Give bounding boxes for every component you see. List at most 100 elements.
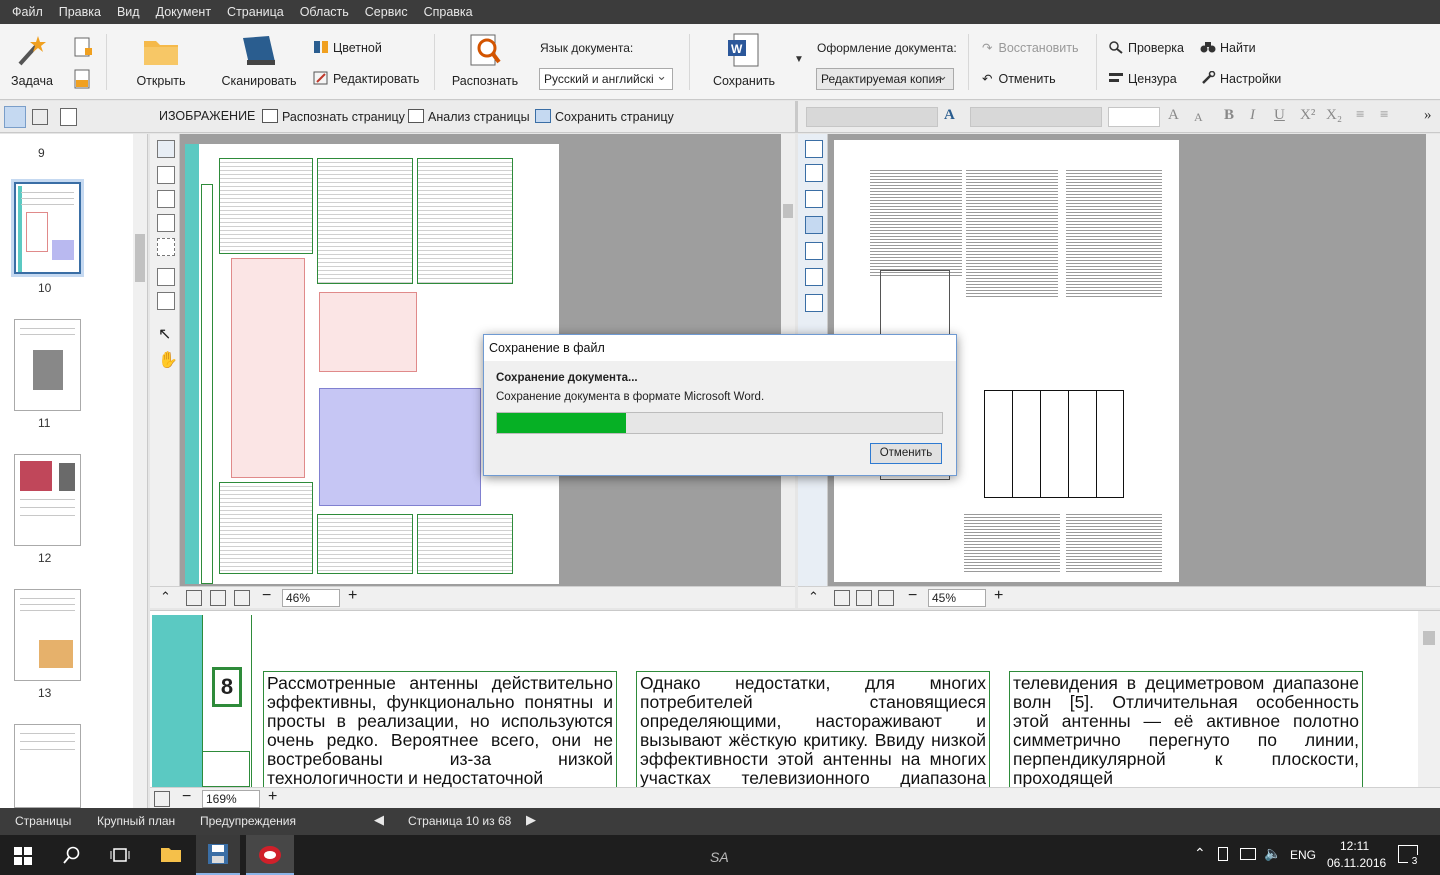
replace-icon[interactable]	[805, 268, 823, 286]
task-button[interactable]: Задача	[0, 24, 72, 88]
zoom-pane-zoom-select[interactable]: 169%	[202, 790, 260, 808]
page-thumbnail-12[interactable]	[14, 454, 81, 546]
show-hidden-icons-icon[interactable]: ⌃	[1194, 845, 1206, 862]
taskbar-app-finereader[interactable]	[246, 835, 294, 875]
image-zoom-select[interactable]: 46%	[282, 589, 340, 607]
more-options-icon[interactable]: »	[1424, 107, 1432, 124]
font-select[interactable]	[970, 107, 1102, 127]
network-icon[interactable]	[1240, 848, 1256, 860]
fit-height-icon[interactable]	[234, 590, 250, 606]
language-select[interactable]: Русский и английскі	[539, 68, 673, 90]
recent-task-icon[interactable]	[72, 68, 94, 90]
collapse-up-icon[interactable]: ⌃	[160, 589, 171, 605]
scroll-thumb[interactable]	[135, 234, 145, 282]
edit-area-icon[interactable]	[805, 294, 823, 312]
taskbar-app-active[interactable]	[196, 835, 240, 875]
zoom-text-column-1[interactable]: Рассмотренные антенны действительно эффе…	[263, 671, 617, 787]
usb-device-icon[interactable]	[1218, 847, 1228, 861]
zoom-out-icon[interactable]: −	[908, 587, 917, 605]
cancel-button[interactable]: Отменить	[870, 443, 942, 464]
page-properties-icon[interactable]	[60, 108, 77, 126]
save-page-button[interactable]: Сохранить страницу	[535, 109, 674, 124]
style-select[interactable]	[806, 107, 938, 127]
order-areas-icon[interactable]	[157, 292, 175, 310]
barcode-area-icon[interactable]	[157, 238, 175, 256]
zoom-out-icon[interactable]: −	[262, 587, 271, 605]
tab-pages[interactable]: Страницы	[15, 814, 71, 828]
track-changes-icon[interactable]	[805, 190, 823, 208]
clock-time[interactable]: 12:11	[1340, 839, 1369, 853]
font-size-select[interactable]	[1108, 107, 1160, 127]
undo-button[interactable]: ↶ Отменить	[982, 71, 1056, 86]
align-justify-icon[interactable]: ≡	[1380, 107, 1388, 124]
pages-scrollbar[interactable]	[133, 134, 147, 808]
color-mode-button[interactable]: Цветной	[313, 40, 382, 55]
recognize-page-button[interactable]: Распознать страницу	[262, 109, 405, 124]
pointer-icon[interactable]: ↖	[158, 324, 171, 344]
action-center-icon[interactable]: 3	[1398, 845, 1421, 868]
text-scrollbar[interactable]	[1426, 134, 1440, 586]
menu-document[interactable]: Документ	[148, 0, 219, 24]
fit-height-icon[interactable]	[878, 590, 894, 606]
grid-view-icon[interactable]	[4, 106, 26, 128]
scroll-thumb[interactable]	[1423, 631, 1435, 645]
edit-image-button[interactable]: Редактировать	[313, 71, 419, 86]
picture-area-icon[interactable]	[157, 166, 175, 184]
next-page-icon[interactable]: ▶	[526, 812, 536, 828]
verify-text-icon[interactable]	[805, 140, 823, 158]
shrink-font-icon[interactable]: A	[1194, 110, 1203, 125]
tab-zoom[interactable]: Крупный план	[97, 814, 175, 828]
find-icon[interactable]	[805, 242, 823, 260]
fit-width-icon[interactable]	[856, 590, 872, 606]
save-button[interactable]: W Сохранить	[704, 24, 784, 88]
menu-view[interactable]: Вид	[109, 0, 148, 24]
subscript-icon[interactable]: X₂	[1326, 107, 1342, 124]
italic-icon[interactable]: I	[1250, 107, 1255, 124]
volume-icon[interactable]: 🔈	[1264, 845, 1281, 862]
settings-button[interactable]: Настройки	[1200, 71, 1281, 86]
zoom-in-icon[interactable]: +	[994, 587, 1003, 605]
align-left-icon[interactable]: ≡	[1356, 107, 1364, 124]
zoom-in-icon[interactable]: +	[268, 788, 277, 806]
bold-icon[interactable]: B	[1224, 107, 1234, 124]
fit-page-icon[interactable]	[186, 590, 202, 606]
page-thumbnail-10[interactable]	[11, 179, 84, 277]
recognize-button[interactable]: Распознать	[445, 24, 525, 88]
collapse-up-icon[interactable]: ⌃	[808, 589, 819, 605]
menu-service[interactable]: Сервис	[357, 0, 416, 24]
hand-icon[interactable]: ✋	[158, 350, 178, 370]
restore-button[interactable]: ↷ Восстановить	[982, 40, 1079, 55]
background-picture-icon[interactable]	[157, 190, 175, 208]
zoom-text-column-3[interactable]: телевидения в дециметровом диапазоне вол…	[1009, 671, 1363, 787]
text-area-icon[interactable]	[157, 140, 175, 158]
scan-button[interactable]: Сканировать	[219, 24, 299, 88]
zoom-out-icon[interactable]: −	[182, 788, 191, 806]
prev-page-icon[interactable]: ◀	[374, 812, 384, 828]
zoom-in-icon[interactable]: +	[348, 587, 357, 605]
underline-icon[interactable]: U	[1274, 107, 1285, 124]
format-select[interactable]: Редактируемая копия	[816, 68, 954, 90]
clock-date[interactable]: 06.11.2016	[1327, 856, 1386, 870]
file-explorer-icon[interactable]	[160, 845, 182, 863]
search-icon[interactable]	[63, 846, 81, 864]
style-editor-icon[interactable]: A	[944, 107, 955, 124]
menu-edit[interactable]: Правка	[51, 0, 109, 24]
censor-button[interactable]: Цензура	[1108, 71, 1177, 86]
task-view-icon[interactable]	[110, 847, 130, 863]
check-button[interactable]: Проверка	[1108, 40, 1184, 55]
tab-warnings[interactable]: Предупреждения	[200, 814, 296, 828]
page-thumbnail-14[interactable]	[14, 724, 81, 808]
menu-page[interactable]: Страница	[219, 0, 292, 24]
fit-page-icon[interactable]	[834, 590, 850, 606]
save-options-dropdown-icon[interactable]: ▼	[794, 54, 804, 65]
next-error-icon[interactable]	[805, 164, 823, 182]
open-button[interactable]: Открыть	[121, 24, 201, 88]
menu-area[interactable]: Область	[292, 0, 357, 24]
page-thumbnail-11[interactable]	[14, 319, 81, 411]
zoom-text-column-2[interactable]: Однако недостатки, для многих потребител…	[636, 671, 990, 787]
page-thumbnail-13[interactable]	[14, 589, 81, 681]
delete-area-icon[interactable]	[157, 268, 175, 286]
windows-start-icon[interactable]	[14, 847, 32, 865]
list-view-icon[interactable]	[32, 109, 48, 125]
new-task-icon[interactable]	[72, 36, 94, 58]
